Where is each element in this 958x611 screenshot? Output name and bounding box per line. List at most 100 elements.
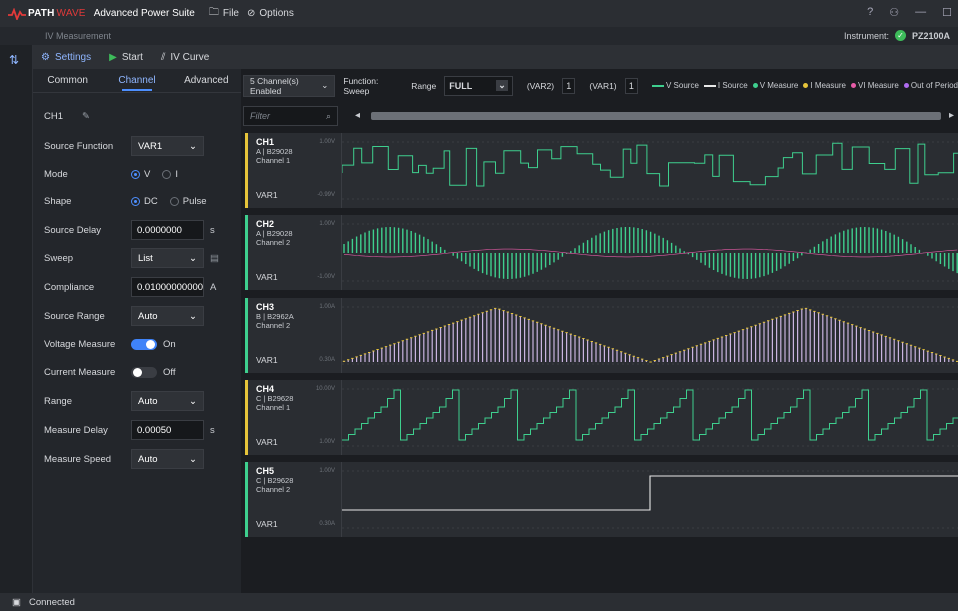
channels-enabled-value: 5 Channel(s) Enabled (250, 75, 299, 96)
voltage-measure-row: Voltage Measure On (44, 333, 234, 355)
instrument-name: PZ2100A (911, 30, 950, 41)
legend-line-marker (703, 84, 716, 87)
tab-channel[interactable]: Channel (102, 69, 171, 93)
waveform-controls: 5 Channel(s) Enabled ⌄ Function: Sweep Ra… (241, 69, 958, 102)
menu-file[interactable]: 🗀 File (209, 5, 239, 22)
channel-panel[interactable]: CH1 A | B29028 Channel 1 VAR1 1.00V -0.99V (245, 133, 958, 208)
y-min-label: 0.30A (319, 357, 335, 363)
help-icon[interactable]: ? (867, 6, 873, 19)
iv-curve-button[interactable]: ⫽ IV Curve (161, 52, 209, 63)
range-label-top: Range (411, 80, 437, 91)
timeline-scrollbar[interactable]: ◂ ▸ (347, 106, 958, 126)
logo-text-wave: WAVE (56, 8, 86, 19)
filter-input[interactable]: Filter ⌕ (243, 106, 338, 126)
ch5-waveform (342, 475, 958, 511)
shape-option-pulse[interactable]: Pulse (169, 196, 207, 207)
chevron-down-icon: ⌄ (189, 252, 197, 264)
channel-info: CH4 C | B29628 Channel 1 VAR1 10.00V 1.00V (245, 380, 339, 455)
iv-measurement-icon[interactable]: ⇅ (9, 53, 19, 67)
list-edit-icon[interactable]: ▤ (210, 253, 219, 264)
app-logo: PATH WAVE (8, 7, 86, 20)
legend-item: I Measure (803, 81, 846, 90)
settings-button[interactable]: ⚙ Settings (41, 52, 91, 63)
voltage-measure-toggle[interactable] (131, 338, 157, 350)
y-min-label: -0.99V (317, 192, 335, 198)
channel-unit: B | B2962A (256, 312, 294, 321)
channel-panel[interactable]: CH2 A | B29028 Channel 2 VAR1 1.00V -1.00V (245, 215, 958, 290)
var1-input[interactable]: 1 (624, 77, 638, 94)
channel-info: CH5 C | B29628 Channel 2 VAR1 1.00V 0.30A (245, 462, 339, 537)
channel-unit: C | B29628 (256, 394, 294, 403)
check-circle-icon: ✓ (894, 30, 906, 41)
current-measure-toggle[interactable] (131, 366, 157, 378)
channel-panel[interactable]: CH3 B | B2962A Channel 2 VAR1 1.00A 0.30A (245, 298, 958, 373)
range-full-select[interactable]: FULL ⌄ (444, 75, 513, 96)
minimize-icon[interactable]: — (915, 6, 926, 19)
channel-info: CH1 A | B29028 Channel 1 VAR1 1.00V -0.99V (245, 133, 339, 208)
shape-option-dc[interactable]: DC (131, 196, 158, 207)
current-measure-row: Current Measure Off (44, 361, 234, 383)
channels-enabled-select[interactable]: 5 Channel(s) Enabled ⌄ (243, 74, 336, 97)
iv-curve-label: IV Curve (170, 51, 210, 63)
measure-delay-label: Measure Delay (44, 424, 108, 436)
folder-icon: 🗀 (208, 7, 219, 18)
y-max-label: 1.00V (319, 221, 335, 227)
mode-option-v[interactable]: V (131, 169, 150, 180)
waveform-plot[interactable] (341, 215, 958, 290)
legend-item: VI Measure (850, 81, 899, 90)
tab-advanced[interactable]: Advanced (172, 69, 241, 93)
measure-delay-input[interactable]: 0.00050 (131, 420, 204, 440)
maximize-icon[interactable]: ☐ (942, 6, 952, 19)
scroll-left-icon[interactable]: ◂ (355, 110, 360, 121)
channel-panel[interactable]: CH4 C | B29628 Channel 1 VAR1 10.00V 1.00V (245, 380, 958, 455)
sweep-select[interactable]: List ⌄ (131, 248, 204, 268)
chevron-down-icon: ⌄ (189, 453, 197, 465)
legend-label: I Measure (810, 81, 846, 90)
function-label: Function: Sweep (343, 75, 379, 96)
chevron-down-icon: ⌄ (496, 80, 508, 91)
source-delay-input[interactable]: 0.0000000 (131, 220, 204, 240)
current-measure-label: Current Measure (44, 366, 116, 378)
logo-text-path: PATH (28, 8, 55, 19)
mode-option-i[interactable]: I (162, 169, 178, 180)
menu-options[interactable]: ⊘ Options (247, 8, 294, 19)
source-delay-row: Source Delay 0.0000000 s (44, 219, 234, 241)
y-max-label: 1.00A (319, 304, 335, 310)
waveform-plot[interactable] (341, 133, 958, 208)
legend-label: I Source (717, 81, 748, 90)
channel-panel[interactable]: CH5 C | B29628 Channel 2 VAR1 1.00V 0.30A (245, 462, 958, 537)
measure-speed-select[interactable]: Auto ⌄ (131, 449, 204, 469)
user-icon[interactable]: ⚇ (889, 6, 899, 19)
channel-var: VAR1 (256, 272, 278, 282)
waveform-plot[interactable] (341, 380, 958, 455)
source-function-select[interactable]: VAR1 ⌄ (131, 136, 204, 156)
radio-selected-icon (131, 169, 140, 179)
waveform-plot[interactable] (341, 298, 958, 373)
edit-pencil-icon[interactable]: ✎ (82, 111, 90, 122)
channel-var: VAR1 (256, 190, 278, 200)
legend-dot-marker (850, 83, 856, 88)
ch4-waveform (342, 389, 958, 441)
channel-sub: Channel 2 (256, 321, 291, 330)
compliance-input[interactable]: 0.010000000000( (131, 277, 204, 297)
legend-item: I Source (703, 81, 748, 90)
scroll-thumb[interactable] (371, 112, 941, 120)
waveform-area: 5 Channel(s) Enabled ⌄ Function: Sweep Ra… (241, 69, 958, 593)
legend-item: V Source (651, 81, 699, 90)
channel-sub: Channel 2 (256, 485, 291, 494)
settings-label: Settings (54, 51, 92, 63)
toolbar: ⚙ Settings ▶ Start ⫽ IV Curve (33, 45, 958, 69)
compliance-unit: A (210, 281, 217, 293)
scroll-right-icon[interactable]: ▸ (949, 110, 954, 121)
chevron-down-icon: ⌄ (189, 140, 197, 152)
range-select[interactable]: Auto ⌄ (131, 391, 204, 411)
legend-dot-marker (803, 83, 809, 88)
source-range-select[interactable]: Auto ⌄ (131, 306, 204, 326)
start-button[interactable]: ▶ Start (109, 52, 143, 63)
tab-common[interactable]: Common (33, 69, 102, 93)
var2-input[interactable]: 1 (562, 77, 576, 94)
voltage-measure-label: Voltage Measure (44, 338, 116, 350)
channel-sub: Channel 1 (256, 156, 291, 165)
waveform-plot[interactable] (341, 462, 958, 537)
legend-item: V Measure (752, 81, 798, 90)
